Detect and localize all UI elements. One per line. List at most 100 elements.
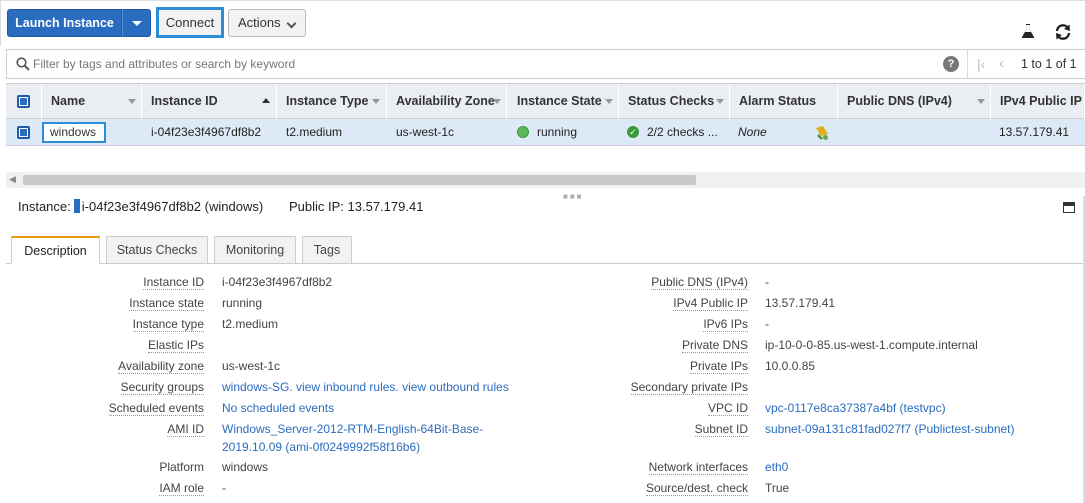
scroll-left-icon[interactable]: ◀ (9, 174, 16, 185)
instance-id-cell: i-04f23e3f4967df8b2 (151, 125, 262, 139)
label-scheduled-events: Scheduled events (108, 401, 204, 416)
create-alarm-icon[interactable] (814, 125, 830, 141)
value-network-interfaces-link[interactable]: eth0 (765, 460, 788, 474)
filter-divider (967, 50, 968, 78)
value-vpc-id-link[interactable]: vpc-0117e8ca37387a4bf (testvpc) (765, 401, 946, 415)
instance-name-cell[interactable]: windows (42, 122, 106, 143)
label-public-dns: Public DNS (IPv4) (651, 275, 748, 290)
tab-description[interactable]: Description (11, 236, 100, 264)
panel-splitter-grip[interactable]: ■■■ (563, 192, 584, 201)
label-instance-id: Instance ID (143, 275, 204, 290)
search-icon (16, 57, 30, 71)
minimize-panel-icon[interactable] (1063, 202, 1075, 213)
chevron-down-icon (286, 18, 297, 29)
refresh-icon[interactable] (1054, 23, 1072, 41)
label-private-dns: Private DNS (681, 338, 748, 353)
select-all-checkbox[interactable] (17, 95, 30, 108)
column-header-instance-id[interactable]: Instance ID (142, 84, 277, 119)
column-header-label: Instance State (517, 94, 602, 108)
value-ipv6-ips: - (765, 317, 769, 331)
status-checks-cell[interactable]: 2/2 checks ... (647, 119, 725, 145)
label-ami-id: AMI ID (167, 422, 204, 437)
value-private-ips: 10.0.0.85 (765, 359, 816, 373)
tab-tags[interactable]: Tags (302, 236, 352, 264)
column-header-status-checks[interactable]: Status Checks (619, 84, 730, 119)
column-header-alarm-status[interactable]: Alarm Status (730, 84, 838, 119)
row-checkbox[interactable] (17, 126, 30, 139)
column-header-label: Status Checks (628, 94, 715, 108)
column-header-availability-zone[interactable]: Availability Zone (387, 84, 507, 119)
value-ami-id-link[interactable]: Windows_Server-2012-RTM-English-64Bit-Ba… (222, 422, 483, 436)
tab-status-checks[interactable]: Status Checks (106, 236, 208, 264)
help-icon[interactable]: ? (943, 56, 959, 72)
actions-button[interactable]: Actions (228, 9, 306, 37)
pagination-info: 1 to 1 of 1 (1021, 57, 1077, 71)
sort-icon (493, 99, 501, 104)
sort-ascending-icon (262, 98, 270, 103)
instance-detail-id: i-04f23e3f4967df8b2 (windows) (81, 199, 264, 214)
value-security-groups-link[interactable]: windows-SG. view inbound rules. view out… (222, 380, 509, 394)
value-platform: windows (222, 460, 269, 474)
label-platform: Platform (159, 460, 204, 474)
ipv4-public-ip-cell: 13.57.179.41 (999, 125, 1070, 139)
sort-icon (128, 99, 136, 104)
column-header-label: Instance ID (151, 94, 218, 108)
flask-icon[interactable] (1020, 23, 1036, 39)
column-header-label: Public DNS (IPv4) (847, 94, 952, 108)
label-availability-zone: Availability zone (118, 359, 204, 374)
value-subnet-id-link[interactable]: subnet-09a131c81fad027f7 (Publictest-sub… (765, 422, 1015, 436)
instances-table-header: Name Instance ID Instance Type Availabil… (6, 83, 1085, 119)
filter-input[interactable] (33, 55, 923, 73)
label-instance-type: Instance type (132, 317, 204, 332)
value-private-dns: ip-10-0-0-85.us-west-1.compute.internal (765, 338, 978, 352)
sort-icon (605, 99, 613, 104)
filter-bar: ? |‹ ‹ 1 to 1 of 1 (6, 49, 1085, 79)
column-header-label: Name (51, 94, 86, 108)
column-header-ipv4-public-ip[interactable]: IPv4 Public IP (991, 84, 1085, 119)
column-header-public-dns[interactable]: Public DNS (IPv4) (838, 84, 991, 119)
value-source-dest-check: True (765, 481, 790, 495)
value-iam-role: - (222, 481, 226, 495)
label-security-groups: Security groups (120, 380, 204, 395)
scrollbar-thumb[interactable] (23, 175, 696, 185)
label-subnet-id: Subnet ID (694, 422, 748, 437)
column-header-label: Instance Type (286, 94, 369, 108)
value-instance-state: running (222, 296, 263, 310)
label-ipv6-ips: IPv6 IPs (703, 317, 748, 332)
column-header-label: IPv4 Public IP (1000, 94, 1082, 108)
instance-state-cell: running (537, 125, 578, 139)
label-elastic-ips: Elastic IPs (147, 338, 204, 353)
value-scheduled-events-link[interactable]: No scheduled events (222, 401, 334, 415)
tab-monitoring[interactable]: Monitoring (214, 236, 296, 264)
horizontal-scrollbar[interactable]: ◀ (6, 172, 1085, 188)
availability-zone-cell: us-west-1c (396, 125, 455, 139)
column-header-name[interactable]: Name (42, 84, 142, 119)
label-private-ips: Private IPs (689, 359, 748, 374)
label-source-dest-check: Source/dest. check (645, 481, 748, 496)
label-iam-role: IAM role (159, 481, 204, 496)
toolbar: Launch Instance Connect Actions (0, 0, 1085, 46)
column-header-instance-type[interactable]: Instance Type (277, 84, 387, 119)
value-ipv4-public-ip: 13.57.179.41 (765, 296, 836, 310)
connect-button[interactable]: Connect (156, 7, 224, 38)
select-all-column (6, 84, 42, 119)
launch-instance-dropdown-button[interactable] (122, 9, 151, 37)
label-ipv4-public-ip: IPv4 Public IP (673, 296, 748, 311)
instance-detail-title: Instance: i-04f23e3f4967df8b2 (windows) (18, 199, 263, 214)
running-status-icon (517, 126, 529, 138)
value-instance-id: i-04f23e3f4967df8b2 (222, 275, 333, 289)
value-ami-id-link-line2[interactable]: 2019.10.09 (ami-0f0249992f58f16b6) (222, 440, 420, 454)
launch-instance-button[interactable]: Launch Instance (7, 9, 122, 37)
column-header-label: Availability Zone (396, 94, 495, 108)
column-header-instance-state[interactable]: Instance State (508, 84, 619, 119)
table-row[interactable]: windows i-04f23e3f4967df8b2 t2.medium us… (6, 119, 1085, 146)
label-network-interfaces: Network interfaces (648, 460, 748, 475)
actions-label: Actions (238, 15, 281, 30)
sort-icon (716, 99, 724, 104)
alarm-status-cell: None (738, 125, 767, 139)
label-instance-state: Instance state (129, 296, 204, 311)
sort-icon (372, 99, 380, 104)
check-icon: ✓ (627, 126, 639, 138)
previous-page-icon[interactable]: ‹ (999, 55, 1004, 72)
first-page-icon[interactable]: |‹ (977, 56, 985, 72)
